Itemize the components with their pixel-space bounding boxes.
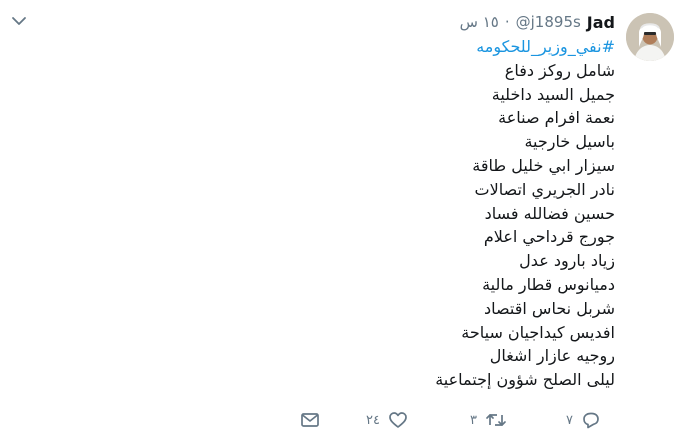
display-name[interactable]: Jad	[587, 13, 615, 32]
tweet-text: #نفي_وزير_للحكومه شامل روكز دفاع جميل ال…	[215, 35, 615, 392]
tweet-line: شربل نحاس اقتصاد	[484, 298, 615, 318]
reply-button[interactable]: ٧	[566, 408, 601, 429]
avatar[interactable]	[626, 13, 674, 61]
timestamp[interactable]: ١٥ س	[460, 13, 499, 31]
separator-dot: ·	[504, 13, 510, 31]
tweet-line: سيزار ابي خليل طاقة	[472, 155, 615, 175]
tweet-line: افديس كيداجيان سياحة	[461, 322, 615, 342]
tweet-actions: ٢٤ ٣ ٧	[300, 408, 620, 429]
tweet-line: ليلى الصلح شؤون إجتماعية	[435, 370, 615, 390]
reply-icon	[581, 411, 601, 429]
message-button[interactable]	[300, 408, 320, 429]
tweet-line: دميانوس قطار مالية	[482, 274, 615, 294]
tweet: Jad @j1895s · ١٥ س #نفي_وزير_للحكومه شام…	[0, 0, 693, 429]
retweet-count: ٣	[470, 412, 477, 428]
tweet-line: زياد بارود عدل	[519, 251, 615, 271]
tweet-line: نعمة افرام صناعة	[498, 108, 615, 128]
tweet-line: باسيل خارجية	[524, 132, 615, 152]
tweet-header: Jad @j1895s · ١٥ س	[460, 12, 615, 32]
retweet-button[interactable]: ٣	[470, 408, 507, 429]
tweet-line: نادر الجريري اتصالات	[474, 179, 615, 199]
chevron-down-icon[interactable]	[10, 12, 28, 30]
tweet-line: حسين فضالله فساد	[484, 203, 615, 223]
retweet-icon	[485, 411, 507, 429]
hashtag-link[interactable]: #نفي_وزير_للحكومه	[215, 35, 615, 59]
tweet-line: روجيه عازار اشغال	[489, 346, 615, 366]
tweet-line: جورج قرداحي اعلام	[483, 227, 615, 247]
message-icon	[300, 411, 320, 429]
tweet-line: جميل السيد داخلية	[491, 84, 615, 104]
like-icon	[388, 411, 408, 429]
user-handle[interactable]: @j1895s	[516, 13, 581, 31]
tweet-line: شامل روكز دفاع	[504, 60, 615, 80]
like-count: ٢٤	[366, 412, 380, 428]
reply-count: ٧	[566, 412, 573, 428]
like-button[interactable]: ٢٤	[366, 408, 408, 429]
